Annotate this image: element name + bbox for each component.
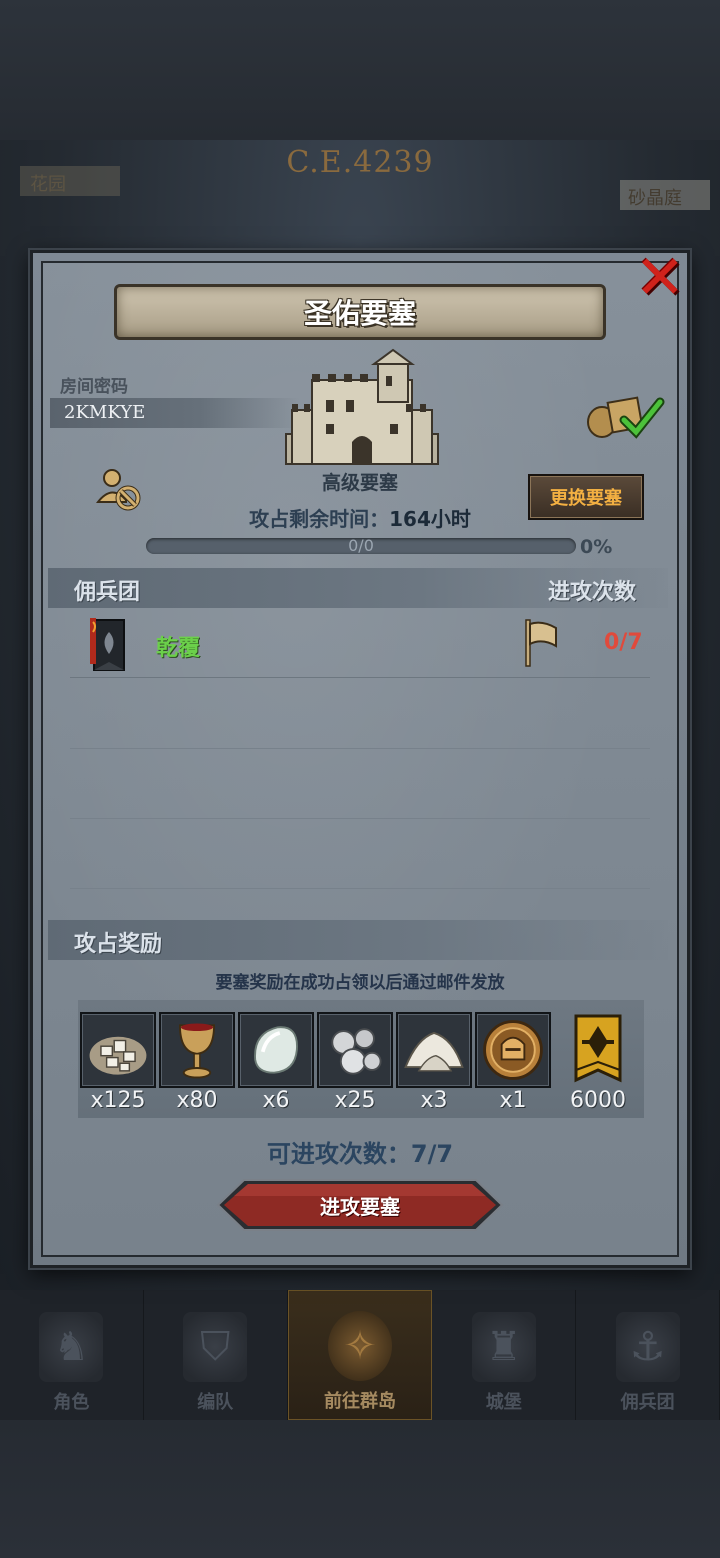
capture-progress-text: 0/0 — [348, 538, 374, 554]
flag-icon — [525, 619, 557, 667]
empty-row-divider — [70, 818, 650, 819]
reward-qty: x3 — [420, 1088, 448, 1113]
room-code: 2KMKYE — [64, 402, 146, 423]
side-right-label: 砂晶庭 — [620, 180, 710, 210]
island-compass-icon: ✧ — [327, 1311, 392, 1381]
reward-item-silver-ore[interactable] — [317, 1012, 393, 1088]
knight-icon: ♞ — [39, 1312, 104, 1382]
silver-ore-icon — [331, 1028, 382, 1075]
banner-emblem-icon — [574, 1014, 622, 1083]
reward-item-stone-ore[interactable] — [80, 1012, 156, 1088]
close-button[interactable]: ✕ — [628, 248, 692, 308]
castle-icon: ♜ — [471, 1312, 536, 1382]
reward-item-moonstone[interactable] — [238, 1012, 314, 1088]
attack-button-label: 进攻要塞 — [320, 1194, 400, 1219]
reward-qty: x25 — [334, 1088, 376, 1113]
reward-qty: 6000 — [570, 1088, 626, 1113]
mercenary-row[interactable]: 乾覆 0/7 — [70, 612, 650, 678]
nav-item-islands[interactable]: ✧ 前往群岛 — [287, 1290, 433, 1420]
reward-note: 要塞奖励在成功占领以后通过邮件发放 — [215, 973, 505, 993]
attacks-header: 进攻次数 — [548, 580, 637, 605]
room-code-label: 房间密码 — [60, 377, 128, 397]
reward-item-salt-pile[interactable] — [396, 1012, 472, 1088]
nav-item-castle[interactable]: ♜ 城堡 — [432, 1290, 577, 1420]
nav-label: 角色 — [53, 1392, 90, 1413]
side-left-label: 花园 — [20, 166, 120, 196]
reward-qty: x1 — [499, 1088, 527, 1113]
time-remaining-label: 攻占剩余时间： — [249, 507, 390, 531]
ship-icon: ⚓ — [615, 1312, 680, 1382]
time-remaining-value: 164小时 — [389, 507, 471, 531]
reward-item-banner-emblem[interactable] — [560, 1012, 636, 1088]
reward-qty: x6 — [262, 1088, 290, 1113]
salt-pile-icon — [404, 1031, 464, 1072]
close-x-icon: ✕ — [634, 243, 686, 313]
empty-row-divider — [70, 748, 650, 749]
bottom-nav: ♞ 角色 ⛉ 编队 ✧ 前往群岛 ♜ 城堡 ⚓ 佣兵团 — [0, 1290, 720, 1420]
time-remaining: 攻占剩余时间：164小时 — [0, 503, 720, 532]
nav-item-mercenary[interactable]: ⚓ 佣兵团 — [576, 1290, 720, 1420]
nav-label: 前往群岛 — [323, 1391, 396, 1412]
moonstone-icon — [254, 1026, 298, 1074]
capture-progress-bar: 0/0 — [146, 538, 576, 554]
nav-item-character[interactable]: ♞ 角色 — [0, 1290, 144, 1420]
reward-item-goblet[interactable] — [159, 1012, 235, 1088]
fortress-icon — [285, 348, 439, 465]
knight-helmet-medal-icon — [483, 1020, 543, 1080]
nav-item-formation[interactable]: ⛉ 编队 — [144, 1290, 288, 1420]
capture-progress-percent: 0% — [580, 536, 613, 558]
helmet-icon: ⛉ — [183, 1312, 248, 1382]
nav-label: 佣兵团 — [620, 1392, 675, 1413]
dialog-title: 圣佑要塞 — [303, 297, 416, 330]
stone-ore-icon — [89, 1036, 147, 1075]
nav-label: 城堡 — [485, 1392, 522, 1413]
reward-qty: x125 — [90, 1088, 146, 1113]
empty-row-divider — [70, 888, 650, 889]
reward-section-title: 攻占奖励 — [74, 932, 163, 957]
mercenary-section-title: 佣兵团 — [74, 580, 141, 605]
top-backdrop — [0, 0, 720, 140]
attack-fortress-button[interactable]: 进攻要塞 — [216, 1178, 504, 1232]
mercenary-attack-count: 0/7 — [604, 630, 643, 655]
title-banner: 圣佑要塞 — [114, 284, 606, 340]
attacks-remaining: 可进攻次数：7/7 — [266, 1140, 454, 1168]
mercenary-name: 乾覆 — [156, 636, 201, 661]
reward-item-helmet-medal[interactable] — [475, 1012, 551, 1088]
bottom-backdrop — [0, 1420, 720, 1558]
reward-qty: x80 — [176, 1088, 218, 1113]
guild-banner-icon — [90, 618, 125, 671]
nav-label: 编队 — [197, 1392, 234, 1413]
supply-claimed-icon[interactable] — [584, 392, 666, 440]
goblet-icon — [178, 1023, 216, 1079]
